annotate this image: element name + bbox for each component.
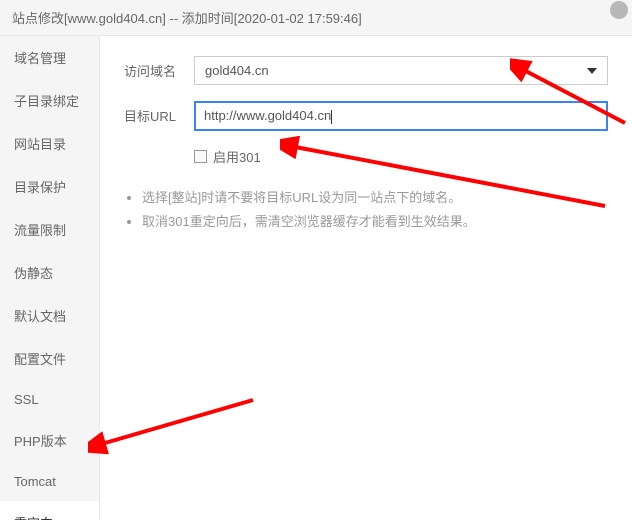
tip-line-1: 选择[整站]时请不要将目标URL设为同一站点下的域名。 bbox=[142, 186, 608, 211]
text-cursor bbox=[331, 110, 332, 124]
sidebar-item-dir-protect[interactable]: 目录保护 bbox=[0, 165, 99, 208]
sidebar-item-subdir-bind[interactable]: 子目录绑定 bbox=[0, 79, 99, 122]
sidebar-item-config-file[interactable]: 配置文件 bbox=[0, 337, 99, 380]
sidebar-item-ssl[interactable]: SSL bbox=[0, 380, 99, 419]
sidebar-item-pseudo-static[interactable]: 伪静态 bbox=[0, 251, 99, 294]
domain-label: 访问域名 bbox=[124, 61, 194, 80]
sidebar-item-redirect[interactable]: 重定向 bbox=[0, 501, 99, 520]
sidebar: 域名管理 子目录绑定 网站目录 目录保护 流量限制 伪静态 默认文档 配置文件 … bbox=[0, 36, 100, 520]
tips-list: 选择[整站]时请不要将目标URL设为同一站点下的域名。 取消301重定向后，需清… bbox=[124, 186, 608, 235]
main-panel: 访问域名 gold404.cn 目标URL http://www.gold404… bbox=[100, 36, 632, 520]
sidebar-item-php-version[interactable]: PHP版本 bbox=[0, 419, 99, 462]
enable-301-checkbox[interactable] bbox=[194, 150, 207, 163]
domain-select[interactable]: gold404.cn bbox=[194, 56, 608, 85]
close-button[interactable] bbox=[610, 1, 628, 19]
sidebar-item-site-dir[interactable]: 网站目录 bbox=[0, 122, 99, 165]
domain-select-value: gold404.cn bbox=[205, 63, 269, 78]
enable-301-label: 启用301 bbox=[213, 147, 261, 166]
target-url-input[interactable]: http://www.gold404.cn bbox=[194, 101, 608, 131]
sidebar-item-default-doc[interactable]: 默认文档 bbox=[0, 294, 99, 337]
sidebar-item-domain-manage[interactable]: 域名管理 bbox=[0, 36, 99, 79]
dialog-header: 站点修改[www.gold404.cn] -- 添加时间[2020-01-02 … bbox=[0, 0, 632, 36]
sidebar-item-traffic-limit[interactable]: 流量限制 bbox=[0, 208, 99, 251]
target-url-value: http://www.gold404.cn bbox=[204, 108, 331, 123]
chevron-down-icon bbox=[587, 68, 597, 74]
tip-line-2: 取消301重定向后，需清空浏览器缓存才能看到生效结果。 bbox=[142, 210, 608, 235]
target-url-label: 目标URL bbox=[124, 106, 194, 125]
sidebar-item-tomcat[interactable]: Tomcat bbox=[0, 462, 99, 501]
dialog-title: 站点修改[www.gold404.cn] -- 添加时间[2020-01-02 … bbox=[12, 11, 362, 26]
